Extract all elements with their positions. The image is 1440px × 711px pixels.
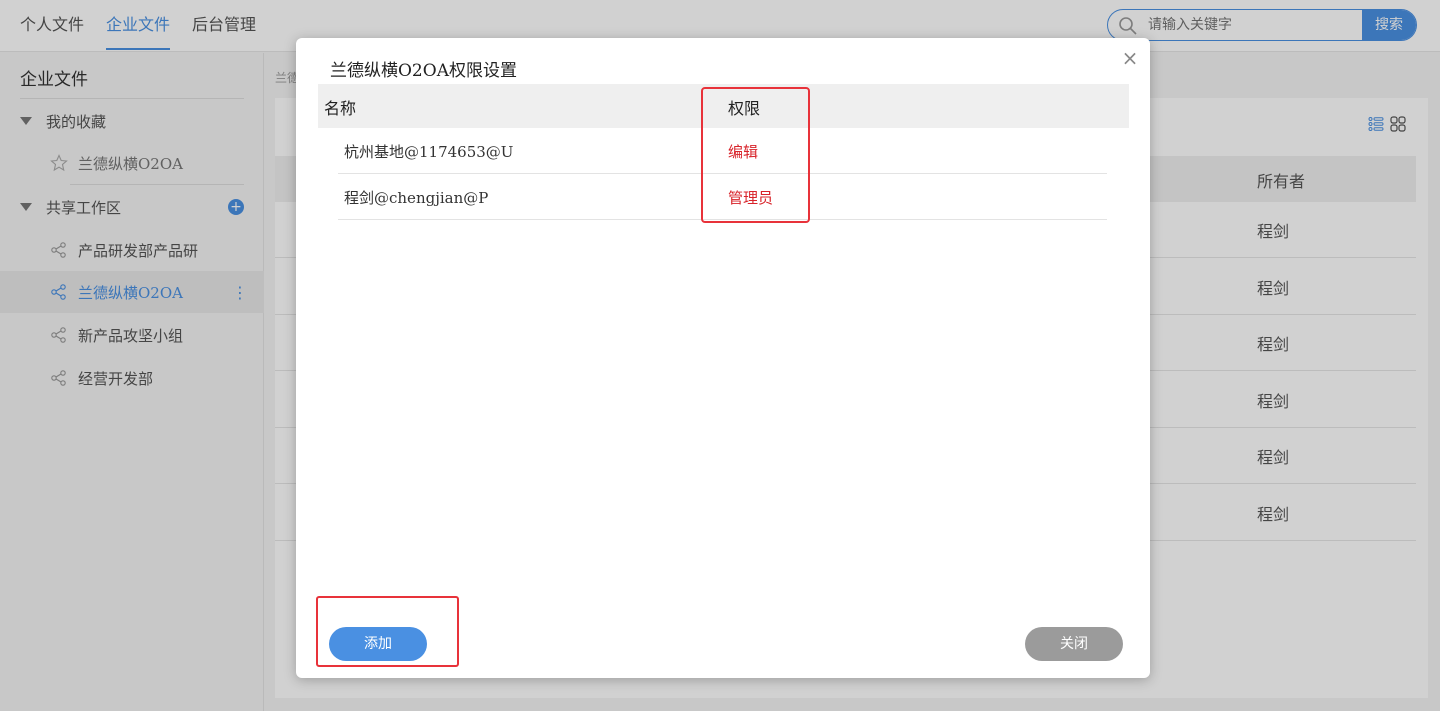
add-button[interactable]: 添加 bbox=[329, 627, 427, 661]
name-column-header: 名称 bbox=[324, 99, 357, 118]
dialog-title: 兰德纵横O2OA权限设置 bbox=[330, 61, 517, 81]
close-button[interactable]: 关闭 bbox=[1025, 627, 1123, 661]
member-name: 程剑@chengjian@P bbox=[344, 189, 489, 207]
permission-dialog: 兰德纵横O2OA权限设置 × 名称 权限 杭州基地@1174653@U 编辑 程… bbox=[296, 38, 1150, 678]
member-name: 杭州基地@1174653@U bbox=[344, 143, 514, 161]
permission-highlight-box bbox=[701, 87, 810, 223]
close-icon[interactable]: × bbox=[1120, 48, 1140, 68]
